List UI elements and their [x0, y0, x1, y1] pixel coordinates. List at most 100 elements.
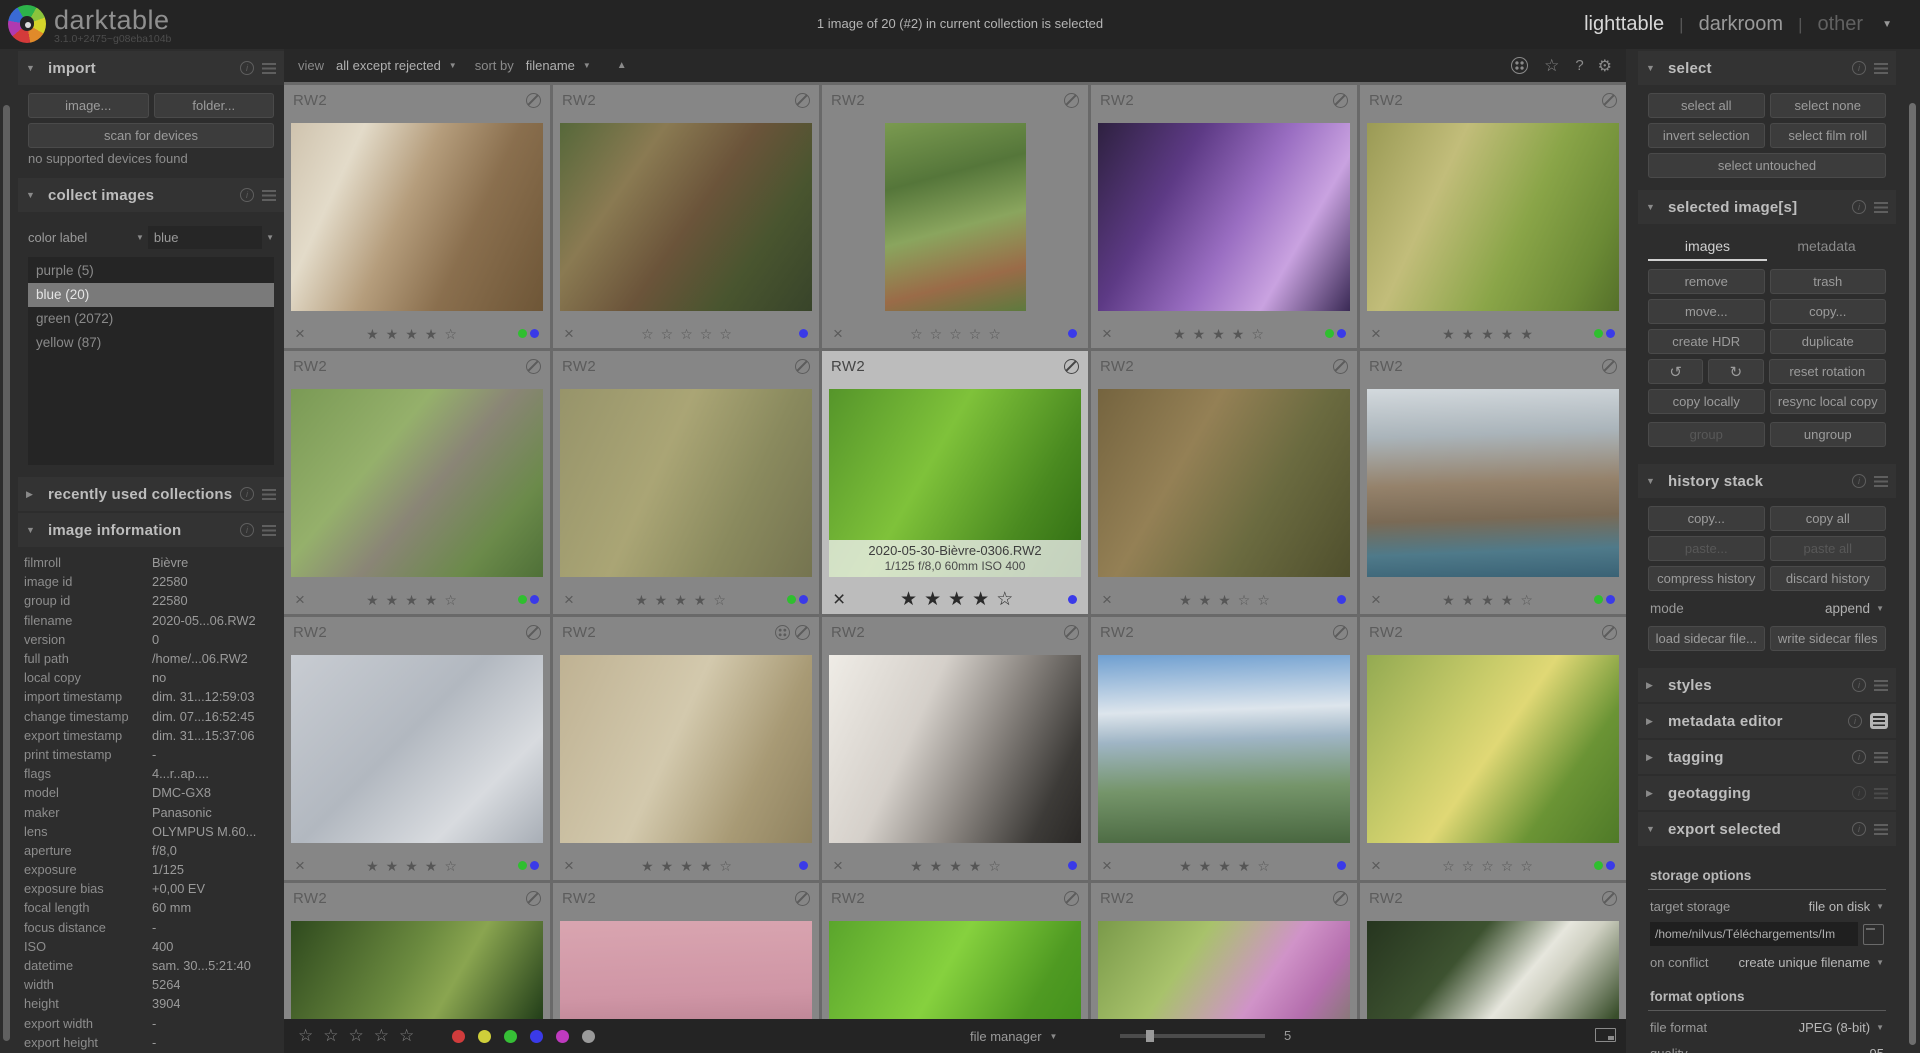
- tab-metadata[interactable]: metadata: [1767, 238, 1886, 261]
- tab-images[interactable]: images: [1648, 238, 1767, 261]
- scan-for-devices-button[interactable]: scan for devices: [28, 123, 274, 148]
- load-sidecar-file-button[interactable]: load sidecar file...: [1648, 626, 1765, 651]
- discard-history-button[interactable]: discard history: [1770, 566, 1887, 591]
- thumbnail-cell[interactable]: RW2×★★★★☆: [284, 351, 550, 614]
- star-rating[interactable]: ☆☆☆☆☆: [641, 327, 732, 341]
- preferences-gear-icon[interactable]: ⚙: [1598, 56, 1612, 76]
- thumbnail-cell[interactable]: RW2×★★★★☆: [822, 617, 1088, 880]
- collapse-triangle-icon[interactable]: ▼: [1646, 476, 1668, 486]
- photo-thumbnail[interactable]: [885, 123, 1026, 311]
- star-filled-icon[interactable]: ★: [1442, 593, 1455, 607]
- panel-header-tagging[interactable]: ▶ tagging: [1638, 740, 1896, 774]
- view-lighttable[interactable]: lighttable: [1584, 13, 1664, 36]
- select-film-roll-button[interactable]: select film roll: [1770, 123, 1887, 148]
- collapse-triangle-icon[interactable]: ▶: [26, 489, 48, 500]
- star-outline-icon[interactable]: ☆: [988, 327, 1001, 341]
- invert-selection-button[interactable]: invert selection: [1648, 123, 1765, 148]
- star-filled-icon[interactable]: ★: [1501, 327, 1514, 341]
- group-button[interactable]: group: [1648, 422, 1765, 447]
- panel-header-collect-images[interactable]: ▼ collect images: [18, 178, 284, 212]
- thumbnail-cell[interactable]: RW2×☆☆☆☆☆: [1091, 883, 1357, 1019]
- reject-button[interactable]: ×: [833, 325, 843, 342]
- star-outline-icon[interactable]: ☆: [949, 327, 962, 341]
- star-filled-icon[interactable]: ★: [1481, 593, 1494, 607]
- star-rating[interactable]: ★★★★☆: [1179, 859, 1270, 873]
- thumbnail-cell[interactable]: RW2×☆☆☆☆☆: [822, 85, 1088, 348]
- star-outline-icon[interactable]: ☆: [1251, 327, 1264, 341]
- import-folder-button[interactable]: folder...: [154, 93, 275, 118]
- presets-menu-icon[interactable]: [1874, 476, 1888, 487]
- zoom-slider[interactable]: [1120, 1034, 1265, 1038]
- star-outline-icon[interactable]: ☆: [996, 590, 1013, 609]
- chevron-down-icon[interactable]: ▼: [136, 233, 144, 242]
- chevron-down-icon[interactable]: ▼: [449, 61, 457, 70]
- layout-mode-select[interactable]: file manager: [970, 1029, 1042, 1044]
- star-filled-icon[interactable]: ★: [386, 593, 399, 607]
- star-filled-icon[interactable]: ★: [386, 327, 399, 341]
- thumbnail-cell[interactable]: RW2×★★★☆☆: [1091, 351, 1357, 614]
- sort-ascending-icon[interactable]: ▲: [617, 60, 627, 71]
- star-filled-icon[interactable]: ★: [366, 859, 379, 873]
- star-filled-icon[interactable]: ★: [972, 590, 989, 609]
- info-icon[interactable]: [240, 487, 254, 501]
- left-panel-scrollbar[interactable]: [3, 105, 10, 1041]
- select-all-button[interactable]: select all: [1648, 93, 1765, 118]
- info-icon[interactable]: [1852, 61, 1866, 75]
- chevron-down-icon[interactable]: ▼: [1050, 1032, 1058, 1041]
- view-darkroom[interactable]: darkroom: [1699, 13, 1783, 36]
- compress-history-button[interactable]: compress history: [1648, 566, 1765, 591]
- resync-local-copy-button[interactable]: resync local copy: [1770, 389, 1887, 414]
- star-outline-icon[interactable]: ☆: [661, 327, 674, 341]
- star-filled-icon[interactable]: ★: [924, 590, 941, 609]
- info-icon[interactable]: [1852, 822, 1866, 836]
- chevron-down-icon[interactable]: ▼: [583, 61, 591, 70]
- panel-header-history-stack[interactable]: ▼ history stack: [1638, 464, 1896, 498]
- star-rating[interactable]: ★★★★☆: [1173, 327, 1264, 341]
- panel-header-selected-images[interactable]: ▼ selected image[s]: [1638, 190, 1896, 224]
- view-other[interactable]: other: [1818, 13, 1864, 36]
- photo-thumbnail[interactable]: [560, 921, 812, 1019]
- file-format-select[interactable]: JPEG (8-bit): [1799, 1020, 1871, 1035]
- on-conflict-select[interactable]: create unique filename: [1739, 955, 1871, 970]
- star-outline-icon[interactable]: ☆: [1257, 593, 1270, 607]
- star-filled-icon[interactable]: ★: [386, 859, 399, 873]
- info-icon[interactable]: [240, 523, 254, 537]
- reject-button[interactable]: ×: [1102, 325, 1112, 342]
- star-filled-icon[interactable]: ★: [1199, 859, 1212, 873]
- star-outline-icon[interactable]: ☆: [641, 327, 654, 341]
- collapse-triangle-icon[interactable]: ▼: [1646, 63, 1668, 73]
- info-icon[interactable]: [1852, 474, 1866, 488]
- panel-header-export-selected[interactable]: ▼ export selected: [1638, 812, 1896, 846]
- reject-button[interactable]: ×: [1371, 591, 1381, 608]
- chevron-down-icon[interactable]: ▼: [1876, 604, 1884, 613]
- star-outline-icon[interactable]: ☆: [700, 327, 713, 341]
- star-filled-icon[interactable]: ★: [425, 859, 438, 873]
- star-outline-icon[interactable]: ☆: [930, 327, 943, 341]
- presets-menu-icon[interactable]: [262, 63, 276, 74]
- star-outline-icon[interactable]: ☆: [988, 859, 1001, 873]
- thumbnail-cell[interactable]: RW2×☆☆☆☆☆: [553, 85, 819, 348]
- star-rating[interactable]: ★★★★★: [1442, 327, 1533, 341]
- reject-button[interactable]: ×: [1371, 325, 1381, 342]
- grouping-icon[interactable]: [1511, 57, 1528, 74]
- star-outline-icon[interactable]: ☆: [444, 327, 457, 341]
- copy-locally-button[interactable]: copy locally: [1648, 389, 1765, 414]
- star-outline-icon[interactable]: ☆: [1238, 593, 1251, 607]
- rating-filter-star-icon[interactable]: ☆: [323, 1026, 338, 1046]
- star-outline-icon[interactable]: ☆: [1462, 859, 1475, 873]
- thumbnail-cell[interactable]: RW2×★★★★☆: [553, 351, 819, 614]
- group-icon[interactable]: [775, 625, 790, 640]
- panel-header-recent-collections[interactable]: ▶ recently used collections: [18, 477, 284, 511]
- info-icon[interactable]: [1852, 200, 1866, 214]
- color-filter-dot[interactable]: [556, 1030, 569, 1043]
- display-profile-icon[interactable]: [1595, 1028, 1616, 1042]
- star-filled-icon[interactable]: ★: [1179, 859, 1192, 873]
- reject-button[interactable]: ×: [1102, 591, 1112, 608]
- presets-menu-icon[interactable]: [1874, 752, 1888, 763]
- star-filled-icon[interactable]: ★: [948, 590, 965, 609]
- star-filled-icon[interactable]: ★: [366, 593, 379, 607]
- select-untouched-button[interactable]: select untouched: [1648, 153, 1886, 178]
- photo-thumbnail[interactable]: [1367, 389, 1619, 577]
- star-filled-icon[interactable]: ★: [1199, 593, 1212, 607]
- chevron-down-icon[interactable]: ▼: [1876, 958, 1884, 967]
